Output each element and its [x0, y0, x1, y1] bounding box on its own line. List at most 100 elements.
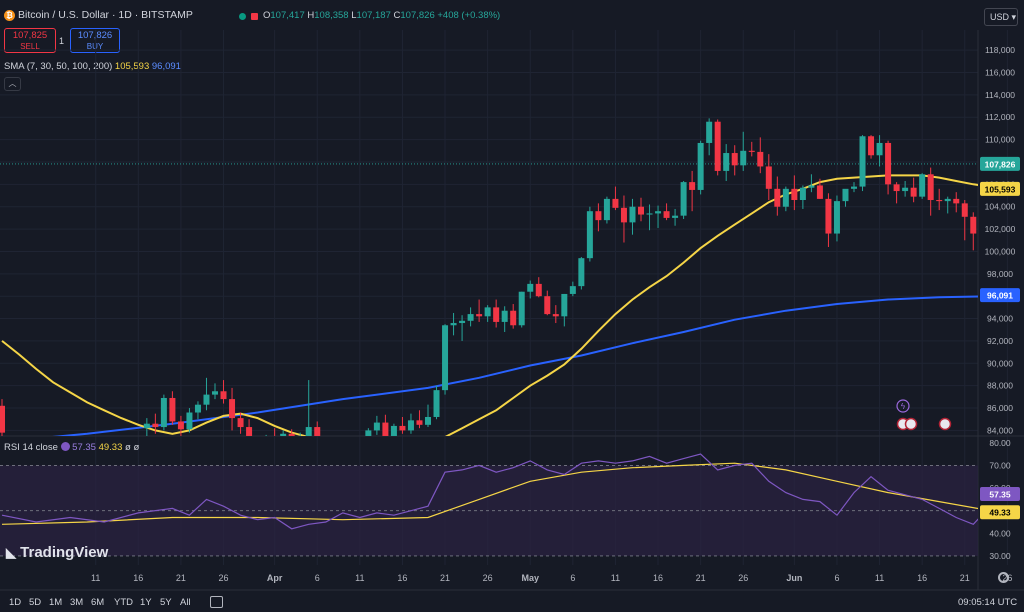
- candle-body: [706, 121, 713, 143]
- candle-body: [203, 394, 210, 405]
- candle-body: [782, 188, 789, 207]
- svg-text:ϟ: ϟ: [901, 402, 906, 411]
- candle-body: [535, 283, 542, 297]
- candle-body: [979, 234, 985, 242]
- candle-body: [212, 391, 218, 395]
- candle: [510, 304, 517, 329]
- sma200-badge: 96,091: [980, 288, 1020, 303]
- candle: [655, 205, 662, 228]
- candle-body: [280, 433, 287, 436]
- candle-body: [143, 423, 150, 429]
- candle: [748, 141, 755, 157]
- timeframe-5d[interactable]: 5D: [29, 597, 41, 608]
- candle: [416, 410, 423, 429]
- timeframe-5y[interactable]: 5Y: [160, 597, 172, 608]
- candle: [493, 299, 500, 328]
- candle: [782, 186, 789, 212]
- candle: [620, 195, 627, 243]
- candle: [663, 203, 670, 221]
- time-tick-label: 21: [696, 573, 706, 583]
- candle: [518, 291, 525, 328]
- time-tick-label: 26: [219, 573, 229, 583]
- timeframe-1d[interactable]: 1D: [9, 597, 21, 608]
- time-tick-label: 21: [440, 573, 450, 583]
- price-tick-label: 112,000: [985, 112, 1015, 122]
- candle-body: [953, 198, 960, 204]
- candle: [552, 305, 559, 324]
- candle: [791, 175, 798, 211]
- price-tick-label: 94,000: [987, 314, 1013, 324]
- candle: [203, 377, 210, 411]
- candle-body: [561, 293, 568, 317]
- lightning-event-icon[interactable]: ϟ: [896, 399, 910, 413]
- candle: [390, 423, 397, 436]
- candle-body: [373, 422, 380, 431]
- price-tick-label: 90,000: [987, 358, 1013, 368]
- candle-body: [655, 211, 662, 214]
- candle: [902, 180, 909, 197]
- candle-body: [365, 430, 372, 436]
- time-tick-label: 26: [738, 573, 748, 583]
- candle: [246, 419, 253, 436]
- candle-body: [851, 186, 857, 189]
- rsi-legend[interactable]: RSI 14 close 57.35 49.33 ø ø: [4, 442, 139, 453]
- candle: [944, 196, 951, 214]
- price-tick-label: 116,000: [985, 68, 1015, 78]
- sma30-badge-text: 105,593: [985, 184, 1016, 194]
- candle-body: [859, 136, 866, 187]
- candle-body: [177, 421, 184, 430]
- candle: [561, 293, 568, 327]
- candle-body: [263, 440, 269, 447]
- candle-body: [518, 291, 525, 326]
- candle: [0, 399, 5, 436]
- timeframe-6m[interactable]: 6M: [91, 597, 104, 608]
- candle-body: [927, 174, 934, 201]
- candle: [672, 208, 679, 226]
- rsi-label: RSI 14 close: [4, 442, 58, 453]
- candle-body: [799, 187, 806, 201]
- candle: [961, 200, 968, 241]
- candle: [484, 305, 491, 322]
- us-flag-event-icon[interactable]: [896, 417, 952, 431]
- candle-body: [476, 314, 483, 317]
- candle-body: [765, 166, 772, 189]
- candle: [169, 391, 176, 425]
- candle: [731, 145, 738, 176]
- timeframe-1y[interactable]: 1Y: [140, 597, 152, 608]
- candle-body: [578, 258, 585, 287]
- time-tick-label: 21: [960, 573, 970, 583]
- settings-gear-icon[interactable]: [998, 572, 1009, 583]
- candle: [501, 306, 508, 332]
- clock[interactable]: 09:05:14 UTC: [958, 597, 1017, 608]
- timeframe-3m[interactable]: 3M: [70, 597, 83, 608]
- candle-body: [629, 206, 636, 223]
- price-tick-label: 88,000: [987, 381, 1013, 391]
- rsi-value-badge-text: 57.35: [989, 490, 1011, 500]
- time-tick-label: 16: [917, 573, 927, 583]
- candle: [953, 192, 960, 213]
- candle-body: [425, 416, 431, 425]
- price-chart[interactable]: 118,000116,000114,000112,000110,000108,0…: [0, 0, 1024, 612]
- candle: [706, 118, 713, 156]
- candle-body: [186, 412, 193, 430]
- timeframe-ytd[interactable]: YTD: [114, 597, 133, 608]
- candle: [229, 387, 236, 431]
- candle: [765, 154, 772, 201]
- candle-body: [748, 150, 755, 152]
- candle-body: [501, 310, 508, 322]
- candle: [194, 401, 201, 420]
- candle-body: [416, 420, 423, 425]
- timeframe-1m[interactable]: 1M: [49, 597, 62, 608]
- candle: [689, 170, 696, 212]
- sma30-badge: 105,593: [980, 181, 1020, 196]
- candle: [714, 119, 721, 176]
- rsi-ma-value: 49.33: [98, 442, 123, 453]
- candle: [578, 257, 585, 290]
- time-tick-label: 16: [397, 573, 407, 583]
- candle: [382, 414, 389, 436]
- timeframe-all[interactable]: All: [180, 597, 191, 608]
- candle: [442, 324, 449, 395]
- calendar-icon[interactable]: [210, 596, 223, 608]
- price-tick-label: 98,000: [987, 269, 1013, 279]
- price-tick-label: 104,000: [985, 202, 1016, 212]
